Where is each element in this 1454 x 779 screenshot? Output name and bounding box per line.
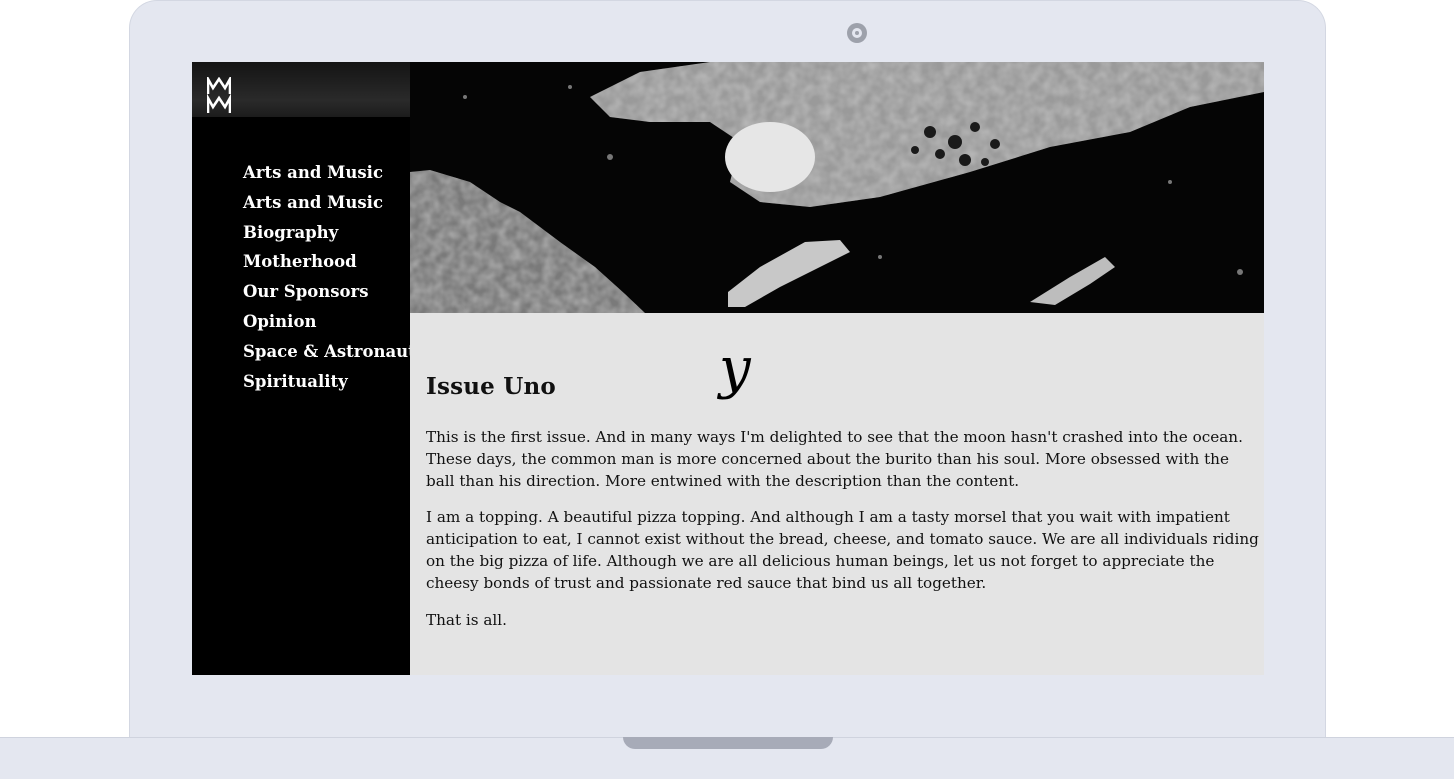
logo-bar	[192, 62, 410, 117]
site-logo-icon[interactable]	[207, 77, 231, 115]
nav-item-our-sponsors[interactable]: Our Sponsors	[243, 277, 425, 307]
hero-image	[410, 62, 1264, 313]
laptop-notch	[623, 737, 833, 749]
article-paragraph: This is the first issue. And in many way…	[426, 428, 1243, 490]
sidebar-nav: Arts and Music Arts and Music Biography …	[243, 158, 425, 396]
article-paragraph: That is all.	[426, 610, 507, 629]
nav-item-space-astronauts[interactable]: Space & Astronauts	[243, 337, 425, 367]
article-content: Issue Uno y This is the first issue. And…	[410, 313, 1264, 675]
nav-item-motherhood[interactable]: Motherhood	[243, 247, 425, 277]
nav-item-biography[interactable]: Biography	[243, 218, 425, 248]
nav-item-arts-and-music-2[interactable]: Arts and Music	[243, 188, 425, 218]
article-body: This is the first issue. And in many way…	[426, 427, 1262, 646]
screen: Arts and Music Arts and Music Biography …	[192, 62, 1264, 675]
camera-icon	[847, 23, 867, 43]
sidebar: Arts and Music Arts and Music Biography …	[192, 62, 425, 675]
nav-item-spirituality[interactable]: Spirituality	[243, 367, 425, 397]
article-paragraph: I am a topping. A beautiful pizza toppin…	[426, 508, 1259, 592]
article-title: Issue Uno	[426, 373, 556, 400]
decorative-letter: y	[719, 336, 751, 401]
nav-item-arts-and-music[interactable]: Arts and Music	[243, 158, 425, 188]
nav-item-opinion[interactable]: Opinion	[243, 307, 425, 337]
